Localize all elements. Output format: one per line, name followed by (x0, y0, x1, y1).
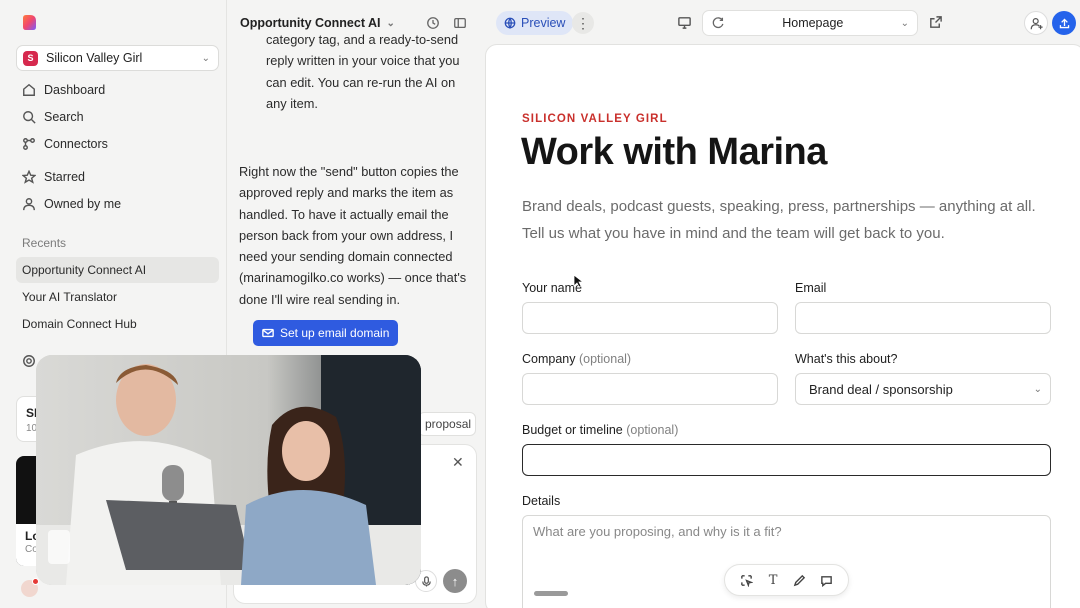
mail-icon (262, 328, 274, 338)
app-logo-icon[interactable] (22, 14, 37, 31)
email-field[interactable] (795, 302, 1051, 334)
star-icon (22, 170, 36, 184)
workspace-badge: S (23, 50, 38, 66)
nav-connectors[interactable]: Connectors (22, 134, 108, 154)
setup-email-domain-button[interactable]: Set up email domain (253, 320, 399, 346)
send-button[interactable]: ↑ (443, 569, 467, 593)
budget-label-text: Budget or timeline (522, 423, 623, 437)
page-lede: Brand deals, podcast guests, speaking, p… (522, 198, 1036, 242)
chevron-down-icon: ⌄ (386, 17, 395, 29)
chat-title[interactable]: Opportunity Connect AI ⌄ (240, 16, 395, 30)
search-icon (23, 111, 36, 124)
home-icon (23, 83, 35, 96)
assistant-message: category tag, and a ready-to-send reply … (266, 32, 460, 111)
recent-item-domain-connect[interactable]: Domain Connect Hub (16, 311, 219, 337)
recent-item-ai-translator[interactable]: Your AI Translator (16, 284, 219, 310)
more-options-icon[interactable]: ⋮ (572, 12, 594, 34)
mouse-cursor-icon (573, 274, 583, 288)
nav-owned-by-me[interactable]: Owned by me (22, 194, 121, 214)
user-add-icon (1030, 17, 1043, 29)
video-overlay[interactable] (36, 355, 421, 585)
tab-preview-label: Preview (521, 16, 566, 30)
text-tool-icon[interactable]: T (766, 573, 780, 588)
pencil-icon[interactable] (793, 573, 807, 587)
email-label: Email (795, 281, 827, 295)
history-icon[interactable] (426, 16, 440, 30)
about-select[interactable]: Brand deal / sponsorship ⌄ (795, 373, 1051, 405)
optional-hint: (optional) (578, 352, 632, 366)
page-eyebrow: SILICON VALLEY GIRL (522, 113, 668, 125)
nav-label: Dashboard (44, 83, 106, 97)
budget-field[interactable] (522, 444, 1051, 476)
video-frame-image (36, 355, 421, 585)
optional-hint: (optional) (626, 423, 679, 437)
about-label: What's this about? (795, 352, 898, 366)
assistant-message: Right now the "send" button copies the a… (239, 164, 467, 307)
microphone-icon (421, 575, 431, 587)
refresh-icon[interactable] (711, 16, 725, 30)
nav-starred[interactable]: Starred (22, 167, 85, 187)
company-field[interactable] (522, 373, 778, 405)
suggestion-chip[interactable]: proposal (418, 412, 476, 436)
globe-icon (504, 17, 516, 29)
comment-icon[interactable] (820, 573, 834, 587)
upload-icon (1059, 18, 1069, 28)
close-icon[interactable]: ✕ (452, 454, 464, 471)
workspace-select[interactable]: S Silicon Valley Girl ⌄ (16, 45, 219, 71)
budget-label: Budget or timeline (optional) (522, 423, 678, 437)
company-label-text: Company (522, 352, 576, 366)
name-field[interactable] (522, 302, 778, 334)
details-label: Details (522, 494, 561, 508)
tab-preview[interactable]: Preview (496, 11, 574, 35)
select-element-icon[interactable] (739, 573, 753, 587)
gear-icon (23, 355, 35, 367)
preview-frame: SILICON VALLEY GIRL Work with Marina Bra… (485, 44, 1080, 608)
desktop-view-icon[interactable] (677, 15, 692, 30)
scroll-indicator[interactable] (534, 591, 568, 596)
invite-user-button[interactable] (1024, 11, 1048, 35)
chat-title-label: Opportunity Connect AI (240, 16, 381, 30)
edit-toolbar: T (724, 564, 849, 596)
sidebar-toggle-icon[interactable] (453, 16, 467, 30)
recents-heading: Recents (22, 236, 67, 250)
user-icon (23, 198, 35, 211)
page-title: Work with Marina (521, 131, 827, 173)
setup-email-domain-label: Set up email domain (280, 326, 390, 340)
about-select-value: Brand deal / sponsorship (809, 381, 953, 397)
nav-label: Owned by me (44, 197, 122, 211)
nav-label: Starred (44, 170, 85, 184)
publish-button[interactable] (1052, 11, 1076, 35)
page-select[interactable]: Homepage ⌄ (702, 10, 918, 36)
nav-search[interactable]: Search (22, 107, 84, 127)
chevron-down-icon: ⌄ (201, 52, 210, 64)
open-external-icon[interactable] (928, 15, 943, 30)
chevron-down-icon: ⌄ (900, 17, 909, 29)
nav-dashboard[interactable]: Dashboard (22, 80, 105, 100)
notification-dot (32, 578, 39, 585)
workspace-name: Silicon Valley Girl (46, 51, 143, 65)
page-select-value: Homepage (782, 16, 844, 30)
company-label: Company (optional) (522, 352, 631, 366)
connectors-icon (23, 138, 35, 150)
nav-label: Connectors (44, 137, 108, 151)
nav-label: Search (44, 110, 84, 124)
chevron-down-icon: ⌄ (1033, 383, 1042, 395)
arrow-up-icon: ↑ (451, 573, 459, 589)
recent-item-opportunity-connect[interactable]: Opportunity Connect AI (16, 257, 219, 283)
